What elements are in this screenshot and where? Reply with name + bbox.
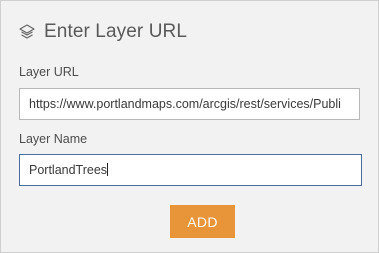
text-caret [107,163,109,176]
enter-layer-url-panel: Enter Layer URL Layer URL https://www.po… [0,0,379,253]
layer-url-value: https://www.portlandmaps.com/arcgis/rest… [29,97,341,111]
layer-name-input[interactable]: PortlandTrees [19,154,362,186]
panel-header: Enter Layer URL [18,18,187,46]
layer-name-value: PortlandTrees [29,163,108,177]
layers-icon [18,23,36,41]
layer-url-label: Layer URL [19,65,79,79]
add-button[interactable]: ADD [170,205,235,238]
layer-name-label: Layer Name [19,132,88,146]
panel-title: Enter Layer URL [44,21,188,42]
layer-url-input[interactable]: https://www.portlandmaps.com/arcgis/rest… [19,88,360,120]
